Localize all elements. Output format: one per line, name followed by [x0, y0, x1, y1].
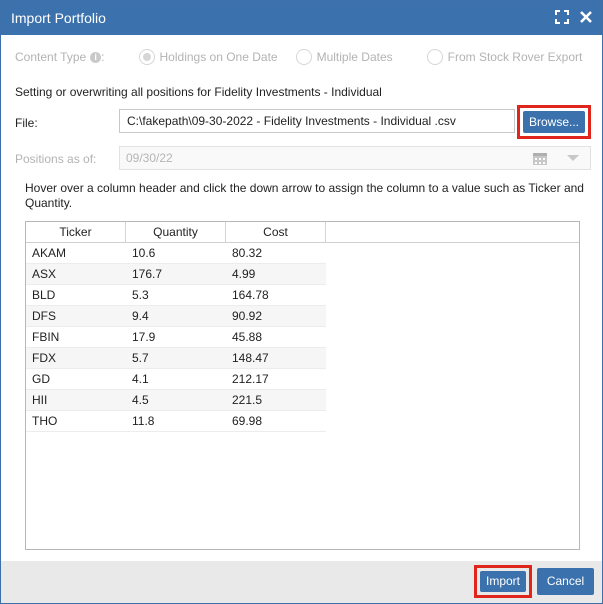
- radio-stock-rover-export[interactable]: [426, 49, 443, 65]
- import-portfolio-dialog: Import Portfolio Content Type i : Holdin…: [0, 0, 603, 604]
- calendar-icon: [532, 151, 548, 166]
- file-path-input[interactable]: C:\fakepath\09-30-2022 - Fidelity Invest…: [119, 109, 515, 133]
- table-cell: 80.32: [232, 246, 263, 260]
- table-cell: 176.7: [132, 267, 163, 281]
- table-cell: 90.92: [232, 309, 263, 323]
- table-row: THO 11.8 69.98: [26, 411, 326, 432]
- table-row: AKAM 10.6 80.32: [26, 243, 326, 264]
- table-row: BLD 5.3 164.78: [26, 285, 326, 306]
- column-header-cost[interactable]: Cost: [226, 222, 326, 242]
- positions-as-of-label: Positions as of:: [15, 152, 97, 166]
- radio-stock-rover-export-label: From Stock Rover Export: [447, 50, 583, 64]
- import-button[interactable]: Import: [480, 571, 526, 592]
- table-row: FDX 5.7 148.47: [26, 348, 326, 369]
- positions-date-value: 09/30/22: [126, 151, 173, 165]
- table-cell: 11.8: [132, 414, 155, 428]
- table-cell: 4.1: [132, 372, 149, 386]
- table-cell: BLD: [32, 288, 56, 302]
- browse-button[interactable]: Browse...: [523, 111, 585, 133]
- table-row: FBIN 17.9 45.88: [26, 327, 326, 348]
- table-cell: 164.78: [232, 288, 269, 302]
- column-header-ticker[interactable]: Ticker: [26, 222, 126, 242]
- radio-holdings-one-date[interactable]: [138, 49, 155, 65]
- dialog-title: Import Portfolio: [11, 10, 106, 26]
- expand-icon[interactable]: [554, 9, 570, 25]
- table-cell: 5.7: [132, 351, 149, 365]
- title-bar: Import Portfolio: [1, 1, 602, 35]
- info-icon: i: [90, 51, 102, 63]
- import-highlight: Import: [474, 565, 532, 598]
- radio-multiple-dates-label: Multiple Dates: [316, 50, 393, 64]
- table-cell: 212.17: [232, 372, 269, 386]
- grid-header: Ticker Quantity Cost: [26, 222, 579, 243]
- table-cell: 5.3: [132, 288, 149, 302]
- radio-holdings-one-date-label: Holdings on One Date: [159, 50, 278, 64]
- table-cell: 221.5: [232, 393, 263, 407]
- table-cell: 10.6: [132, 246, 156, 260]
- table-cell: HII: [32, 393, 48, 407]
- table-cell: 45.88: [232, 330, 263, 344]
- file-label: File:: [15, 116, 38, 130]
- radio-multiple-dates[interactable]: [295, 49, 312, 65]
- table-cell: FDX: [32, 351, 56, 365]
- table-row: GD 4.1 212.17: [26, 369, 326, 390]
- table-cell: FBIN: [32, 330, 60, 344]
- table-row: ASX 176.7 4.99: [26, 264, 326, 285]
- table-row: HII 4.5 221.5: [26, 390, 326, 411]
- chevron-down-icon: [567, 155, 579, 161]
- table-cell: 148.47: [232, 351, 269, 365]
- table-cell: GD: [32, 372, 50, 386]
- table-cell: DFS: [32, 309, 56, 323]
- dialog-footer: Import Cancel: [1, 561, 602, 603]
- table-cell: THO: [32, 414, 58, 428]
- table-cell: 69.98: [232, 414, 263, 428]
- overwrite-message: Setting or overwriting all positions for…: [15, 85, 382, 99]
- table-cell: 4.5: [132, 393, 149, 407]
- column-assign-hint: Hover over a column header and click the…: [25, 181, 584, 210]
- positions-date-input: 09/30/22: [119, 146, 591, 170]
- table-row: DFS 9.4 90.92: [26, 306, 326, 327]
- column-header-quantity[interactable]: Quantity: [126, 222, 226, 242]
- table-cell: 17.9: [132, 330, 156, 344]
- import-data-grid: Ticker Quantity Cost AKAM 10.6 80.32 ASX 176…: [25, 221, 580, 550]
- table-cell: 4.99: [232, 267, 256, 281]
- dialog-body: Content Type i : Holdings on One Date Mu…: [1, 35, 602, 561]
- cancel-button[interactable]: Cancel: [537, 568, 594, 595]
- table-cell: AKAM: [32, 246, 67, 260]
- content-type-row: Content Type i : Holdings on One Date Mu…: [15, 49, 583, 65]
- content-type-label: Content Type: [15, 50, 87, 64]
- table-cell: ASX: [32, 267, 57, 281]
- close-icon[interactable]: [578, 9, 594, 25]
- browse-highlight: Browse...: [517, 105, 591, 139]
- table-cell: 9.4: [132, 309, 149, 323]
